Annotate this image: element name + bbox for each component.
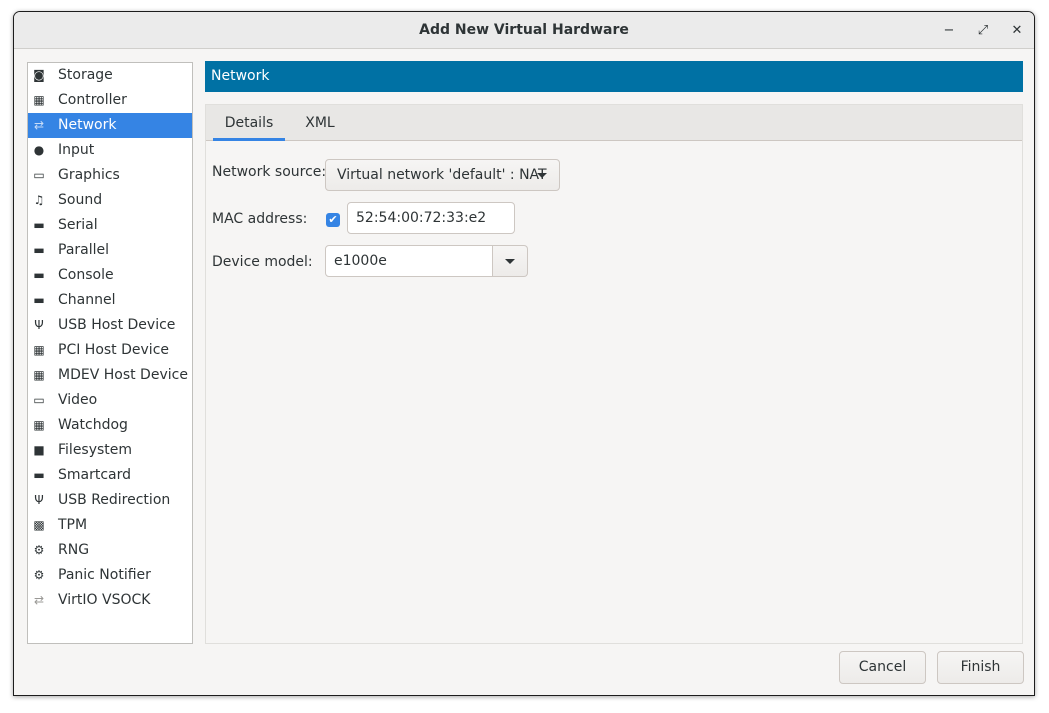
- sidebar-item-label: Video: [58, 392, 98, 408]
- sidebar-item-label: Network: [58, 117, 117, 133]
- network-source-dropdown[interactable]: Virtual network 'default' : NAT: [325, 159, 560, 191]
- monitor-icon: ▭: [33, 168, 45, 182]
- close-button[interactable]: ✕: [1006, 20, 1028, 42]
- sidebar-item-label: TPM: [58, 517, 88, 533]
- sidebar-item-label: Channel: [58, 292, 116, 308]
- chip-icon: ▦: [33, 368, 45, 382]
- sidebar-item-tpm[interactable]: ▩ TPM: [28, 513, 192, 538]
- sidebar-item-label: Storage: [58, 67, 113, 83]
- gear-icon: ⚙: [33, 543, 45, 557]
- dialog-window: Add New Virtual Hardware − ⤢ ✕ ◙ Storage …: [13, 11, 1035, 696]
- network-source-label: Network source:: [212, 164, 327, 180]
- disk-icon: ◙: [33, 68, 45, 82]
- sidebar-item-controller[interactable]: ▦ Controller: [28, 88, 192, 113]
- section-title: Network: [211, 68, 270, 84]
- chevron-down-icon: [505, 259, 515, 264]
- sidebar-item-label: Filesystem: [58, 442, 133, 458]
- sidebar-item-label: VirtIO VSOCK: [58, 592, 151, 608]
- title-bar[interactable]: Add New Virtual Hardware − ⤢ ✕: [14, 12, 1034, 49]
- sidebar-item-mdev-host-device[interactable]: ▦ MDEV Host Device: [28, 363, 192, 388]
- sidebar-item-sound[interactable]: ♫ Sound: [28, 188, 192, 213]
- sidebar-item-usb-host-device[interactable]: Ψ USB Host Device: [28, 313, 192, 338]
- sidebar-item-usb-redirection[interactable]: Ψ USB Redirection: [28, 488, 192, 513]
- mac-address-checkbox[interactable]: ✔: [326, 213, 340, 227]
- sidebar-item-label: Console: [58, 267, 114, 283]
- mac-address-input[interactable]: [347, 202, 515, 234]
- hardware-type-list[interactable]: ◙ Storage ▦ Controller ⇄ Network ● Input ▭ Gr…: [27, 62, 193, 644]
- sidebar-item-graphics[interactable]: ▭ Graphics: [28, 163, 192, 188]
- network-source-value: Virtual network 'default' : NAT: [337, 167, 547, 183]
- usb-icon: Ψ: [34, 493, 44, 507]
- chip-icon: ▦: [33, 418, 45, 432]
- sidebar-item-label: Controller: [58, 92, 127, 108]
- monitor-icon: ▭: [33, 393, 45, 407]
- checkmark-icon: ✔: [328, 213, 338, 226]
- sidebar-item-label: Serial: [58, 217, 98, 233]
- tab-strip: Details XML: [206, 105, 1022, 141]
- sidebar-item-label: Smartcard: [58, 467, 132, 483]
- sidebar-item-serial[interactable]: ▬ Serial: [28, 213, 192, 238]
- finish-button[interactable]: Finish: [937, 651, 1024, 684]
- sidebar-item-label: Watchdog: [58, 417, 128, 433]
- sidebar-item-rng[interactable]: ⚙ RNG: [28, 538, 192, 563]
- device-model-input[interactable]: [325, 245, 493, 277]
- network-icon: ⇄: [33, 118, 45, 132]
- sidebar-item-label: Panic Notifier: [58, 567, 151, 583]
- sidebar-item-virtio-vsock[interactable]: ⇄ VirtIO VSOCK: [28, 588, 192, 613]
- chip-icon: ▦: [33, 343, 45, 357]
- device-model-label: Device model:: [212, 254, 313, 270]
- port-icon: ▬: [33, 468, 45, 482]
- device-model-dropdown-button[interactable]: [493, 245, 528, 277]
- maximize-button[interactable]: ⤢: [972, 20, 994, 42]
- minimize-button[interactable]: −: [938, 20, 960, 42]
- window-title: Add New Virtual Hardware: [419, 22, 629, 38]
- tab-details[interactable]: Details: [213, 105, 285, 141]
- sidebar-item-label: Parallel: [58, 242, 110, 258]
- sidebar-item-label: Graphics: [58, 167, 120, 183]
- sidebar-item-pci-host-device[interactable]: ▦ PCI Host Device: [28, 338, 192, 363]
- gear-icon: ⚙: [33, 568, 45, 582]
- sidebar-item-parallel[interactable]: ▬ Parallel: [28, 238, 192, 263]
- sidebar-item-watchdog[interactable]: ▦ Watchdog: [28, 413, 192, 438]
- sidebar-item-panic-notifier[interactable]: ⚙ Panic Notifier: [28, 563, 192, 588]
- sidebar-item-console[interactable]: ▬ Console: [28, 263, 192, 288]
- sidebar-item-label: Sound: [58, 192, 103, 208]
- port-icon: ▬: [33, 293, 45, 307]
- tpm-icon: ▩: [33, 518, 45, 532]
- port-icon: ▬: [33, 243, 45, 257]
- folder-icon: ■: [33, 443, 45, 457]
- sidebar-item-label: Input: [58, 142, 95, 158]
- sidebar-item-filesystem[interactable]: ■ Filesystem: [28, 438, 192, 463]
- cancel-button[interactable]: Cancel: [839, 651, 926, 684]
- sidebar-item-label: USB Redirection: [58, 492, 171, 508]
- mouse-icon: ●: [33, 143, 45, 157]
- usb-icon: Ψ: [34, 318, 44, 332]
- sidebar-item-storage[interactable]: ◙ Storage: [28, 63, 192, 88]
- sidebar-item-video[interactable]: ▭ Video: [28, 388, 192, 413]
- sidebar-item-label: USB Host Device: [58, 317, 176, 333]
- sidebar-item-label: MDEV Host Device: [58, 367, 188, 383]
- section-header: Network: [205, 61, 1023, 92]
- sidebar-item-network[interactable]: ⇄ Network: [28, 113, 192, 138]
- details-panel: Details XML Network source: Virtual netw…: [205, 104, 1023, 644]
- port-icon: ▬: [33, 268, 45, 282]
- sidebar-item-smartcard[interactable]: ▬ Smartcard: [28, 463, 192, 488]
- network-icon: ⇄: [33, 593, 45, 607]
- tab-xml[interactable]: XML: [295, 105, 345, 141]
- mac-address-label: MAC address:: [212, 211, 308, 227]
- sidebar-item-input[interactable]: ● Input: [28, 138, 192, 163]
- sidebar-item-channel[interactable]: ▬ Channel: [28, 288, 192, 313]
- music-icon: ♫: [33, 193, 45, 207]
- sidebar-item-label: RNG: [58, 542, 90, 558]
- sidebar-item-label: PCI Host Device: [58, 342, 170, 358]
- chip-icon: ▦: [33, 93, 45, 107]
- chevron-down-icon: [537, 173, 547, 178]
- port-icon: ▬: [33, 218, 45, 232]
